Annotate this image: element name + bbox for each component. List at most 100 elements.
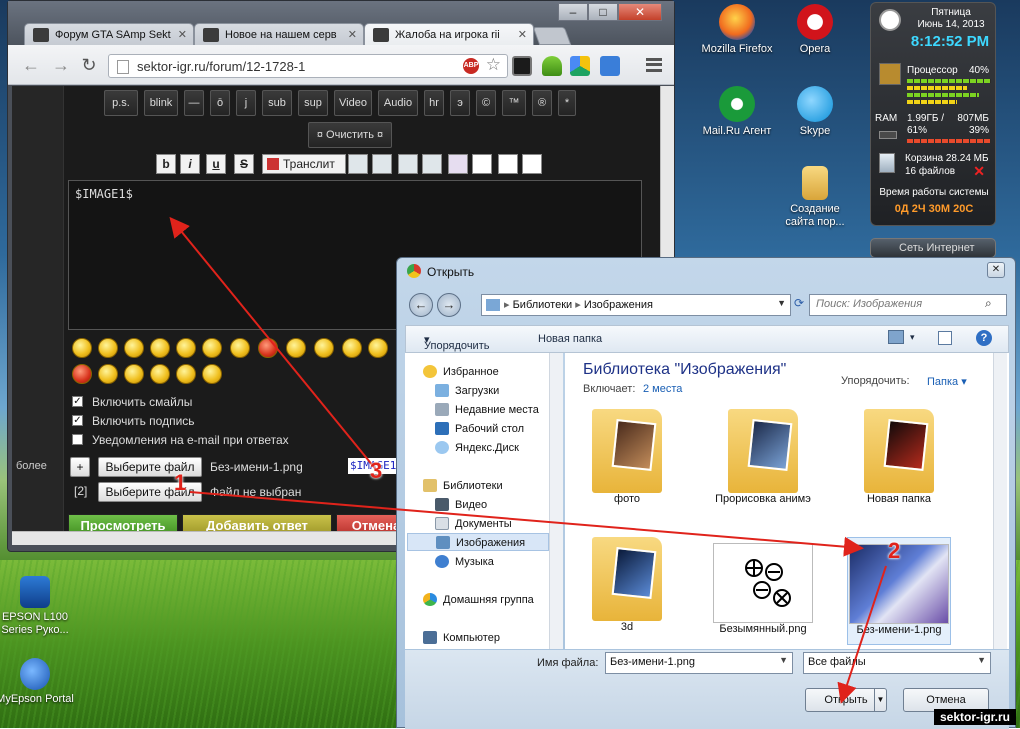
align-center-icon[interactable] <box>498 154 518 174</box>
chevron-down-icon[interactable]: ▼ <box>779 655 788 665</box>
format-button[interactable]: blink <box>144 90 178 116</box>
filetype-select[interactable]: Все файлы ▼ <box>803 652 991 674</box>
download-extension-icon[interactable] <box>542 56 562 76</box>
checkbox-box[interactable]: ✓ <box>72 415 83 426</box>
nav-yandex-disk[interactable]: Яндекс.Диск <box>435 439 519 457</box>
tab-forum[interactable]: Форум GTA SAmp Sekt ✕ <box>24 23 194 47</box>
chevron-down-icon[interactable]: ▼ <box>777 298 786 308</box>
nav-favorites[interactable]: Избранное <box>423 363 499 381</box>
back-arrow-icon[interactable]: ← <box>20 55 42 77</box>
sektor-extension-icon[interactable] <box>512 56 532 76</box>
nav-images[interactable]: Изображения <box>407 533 549 551</box>
smiley-icon[interactable] <box>98 338 118 358</box>
tab-close-icon[interactable]: ✕ <box>348 28 357 41</box>
empty-bin-icon[interactable]: ✕ <box>973 163 985 180</box>
tab-close-icon[interactable]: ✕ <box>518 28 527 41</box>
item-folder-photo[interactable]: фото <box>575 409 679 505</box>
desktop-icon-opera[interactable]: Opera <box>775 4 855 56</box>
align-left-icon[interactable] <box>472 154 492 174</box>
smiley-icon[interactable] <box>72 338 92 358</box>
tab-news[interactable]: Новое на нашем серв ✕ <box>194 23 364 47</box>
chrome-menu-icon[interactable] <box>646 58 662 72</box>
choose-file-button-1[interactable]: Выберите файл <box>98 457 202 477</box>
breadcrumb-images[interactable]: Изображения <box>584 299 653 311</box>
email-icon[interactable] <box>422 154 442 174</box>
strike-button[interactable]: S <box>234 154 254 174</box>
nav-pane-scrollbar[interactable] <box>549 353 563 649</box>
link-icon[interactable] <box>398 154 418 174</box>
format-button[interactable]: sub <box>262 90 292 116</box>
includes-link[interactable]: 2 места <box>643 383 682 395</box>
help-icon[interactable]: ? <box>976 330 992 346</box>
smiley-icon[interactable] <box>342 338 362 358</box>
image-insert-icon[interactable] <box>348 154 368 174</box>
smiley-icon[interactable] <box>124 338 144 358</box>
choose-file-button-2[interactable]: Выберите файл <box>98 482 202 502</box>
format-button[interactable]: э <box>450 90 470 116</box>
desktop-icon-mailru-agent[interactable]: Mail.Ru Агент <box>697 86 777 138</box>
smiley-icon[interactable] <box>368 338 388 358</box>
tab-close-icon[interactable]: ✕ <box>178 28 187 41</box>
dialog-close-button[interactable]: ✕ <box>987 262 1005 278</box>
smiley-icon[interactable] <box>124 364 144 384</box>
nav-desktop[interactable]: Рабочий стол <box>435 420 524 438</box>
arrange-dropdown[interactable]: Папка ▾ <box>927 375 967 388</box>
nav-documents[interactable]: Документы <box>435 515 512 533</box>
open-split-dropdown-icon[interactable]: ▼ <box>874 689 886 711</box>
checkbox-enable-smileys[interactable]: ✓ Включить смайлы <box>72 395 372 409</box>
forward-nav-icon[interactable]: → <box>437 293 461 317</box>
tab-complaint[interactable]: Жалоба на игрока rii ✕ <box>364 23 534 47</box>
format-button[interactable]: ō <box>210 90 230 116</box>
view-options-icon[interactable] <box>888 330 904 344</box>
search-icon[interactable]: ⌕ <box>985 296 1003 314</box>
refresh-icon[interactable]: ⟳ <box>791 296 807 314</box>
format-button[interactable]: p.s. <box>104 90 138 116</box>
breadcrumb-libraries[interactable]: Библиотеки <box>513 299 573 311</box>
desktop-icon-firefox[interactable]: Mozilla Firefox <box>697 4 777 56</box>
chevron-down-icon[interactable]: ▼ <box>977 655 986 665</box>
smiley-icon[interactable] <box>176 364 196 384</box>
smiley-icon[interactable] <box>176 338 196 358</box>
smiley-icon[interactable] <box>230 338 250 358</box>
format-button[interactable]: Video <box>334 90 372 116</box>
minimize-button[interactable]: – <box>558 3 588 21</box>
item-folder-3d[interactable]: 3d <box>575 537 679 633</box>
format-button[interactable]: sup <box>298 90 328 116</box>
organize-button[interactable]: Упорядочить ▾ <box>424 333 489 352</box>
back-nav-icon[interactable]: ← <box>409 293 433 317</box>
desktop-icon-site-creation[interactable]: Создание сайта пор... <box>775 166 855 229</box>
format-button[interactable]: j <box>236 90 256 116</box>
forward-arrow-icon[interactable]: → <box>50 55 72 77</box>
format-button[interactable]: ® <box>532 90 552 116</box>
checkbox-email-notify[interactable]: Уведомления на e-mail при ответах <box>72 433 372 447</box>
smiley-icon[interactable] <box>150 364 170 384</box>
format-button[interactable]: hr <box>424 90 444 116</box>
format-button[interactable]: * <box>558 90 576 116</box>
reload-icon[interactable]: ↻ <box>78 55 100 77</box>
save-extension-icon[interactable] <box>600 56 620 76</box>
bookmark-star-icon[interactable]: ☆ <box>486 55 501 75</box>
address-bar[interactable]: sektor-igr.ru/forum/12-1728-1 ABP ☆ <box>108 54 508 78</box>
format-button[interactable]: Audio <box>378 90 418 116</box>
add-attachment-button[interactable]: + <box>70 457 90 477</box>
smiley-icon[interactable] <box>286 338 306 358</box>
desktop-icon-myepson-portal[interactable]: MyEpson Portal <box>0 658 74 706</box>
new-tab-button[interactable] <box>532 27 572 45</box>
smiley-icon[interactable] <box>202 338 222 358</box>
smiley-icon[interactable] <box>314 338 334 358</box>
nav-downloads[interactable]: Загрузки <box>435 382 499 400</box>
adblock-icon[interactable]: ABP <box>463 58 479 74</box>
new-folder-button[interactable]: Новая папка <box>538 333 602 345</box>
preview-pane-icon[interactable] <box>938 331 952 345</box>
smiley-icon[interactable] <box>258 338 278 358</box>
add-reply-button[interactable]: Добавить ответ <box>182 514 332 531</box>
dialog-search-input[interactable]: Поиск: Изображения <box>809 294 1007 316</box>
smiley-icon[interactable] <box>202 364 222 384</box>
content-scrollbar[interactable] <box>993 353 1007 649</box>
item-file-bezymyanny[interactable]: Безымянный.png <box>711 543 815 635</box>
nav-music[interactable]: Музыка <box>435 553 494 571</box>
item-folder-anime[interactable]: Прорисовка анимэ <box>711 409 815 505</box>
format-button[interactable]: ™ <box>502 90 526 116</box>
upload-image-icon[interactable] <box>372 154 392 174</box>
bold-button[interactable]: b <box>156 154 176 174</box>
